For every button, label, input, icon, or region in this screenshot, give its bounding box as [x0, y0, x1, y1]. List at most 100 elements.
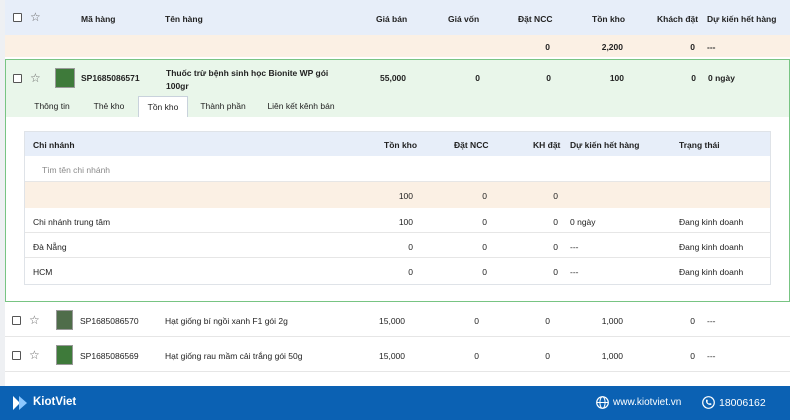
- branch-search[interactable]: Tìm tên chi nhánh: [25, 156, 770, 182]
- branch-trang-thai: Đang kinh doanh: [679, 267, 744, 277]
- globe-icon: [596, 396, 609, 409]
- branch-table-header: Chi nhánh Tồn kho Đặt NCC KH đặt Dự kiến…: [25, 132, 770, 156]
- table-row[interactable]: ☆ SP1685086569 Hạt giống rau mầm cải trắ…: [5, 338, 790, 372]
- product-dat-ncc: 0: [546, 73, 551, 83]
- product-gia-ban: 15,000: [379, 351, 405, 361]
- branch-dat-ncc: 0: [482, 242, 487, 252]
- col-trang-thai: Trạng thái: [679, 140, 720, 150]
- branch-ton-kho: 0: [408, 242, 413, 252]
- footer-bar: KiotViet www.kiotviet.vn 18006162: [0, 386, 790, 420]
- branch-name: Chi nhánh trung tâm: [33, 217, 111, 227]
- col-du-kien: Dự kiến hết hàng: [570, 140, 640, 150]
- branch-trang-thai: Đang kinh doanh: [679, 242, 744, 252]
- branch-kh-dat: 0: [553, 242, 558, 252]
- branch-du-kien: ---: [570, 242, 579, 252]
- detail-tabs: Thông tin Thẻ kho Tồn kho Thành phần Liê…: [6, 96, 789, 117]
- summary-row: 0 2,200 0 ---: [5, 35, 790, 57]
- expanded-product-row[interactable]: ☆ SP1685086571 Thuốc trừ bệnh sinh học B…: [6, 60, 789, 117]
- product-ton-kho: 1,000: [601, 316, 623, 326]
- phone-icon: [702, 396, 715, 409]
- branch-row: Chi nhánh trung tâm 100 0 0 0 ngày Đang …: [25, 208, 770, 233]
- kiotviet-logo-icon: [11, 395, 29, 411]
- star-icon[interactable]: ☆: [30, 11, 41, 23]
- col-ton-kho[interactable]: Tồn kho: [592, 14, 625, 24]
- branch-dat-ncc: 0: [482, 217, 487, 227]
- col-chi-nhanh: Chi nhánh: [33, 140, 75, 150]
- product-gia-von: 0: [474, 351, 479, 361]
- product-khach-dat: 0: [691, 73, 696, 83]
- product-image: [56, 310, 73, 330]
- col-ton-kho: Tồn kho: [384, 140, 418, 150]
- product-image: [56, 345, 73, 365]
- brand-name: KiotViet: [33, 396, 77, 408]
- website-link[interactable]: www.kiotviet.vn: [613, 397, 681, 408]
- product-du-kien: ---: [707, 351, 716, 361]
- branch-kh-dat: 0: [553, 267, 558, 277]
- product-khach-dat: 0: [690, 316, 695, 326]
- col-khach-dat[interactable]: Khách đặt: [657, 14, 698, 24]
- expanded-product: ☆ SP1685086571 Thuốc trừ bệnh sinh học B…: [5, 59, 790, 302]
- branch-kh-dat: 0: [553, 217, 558, 227]
- col-ma-hang[interactable]: Mã hàng: [81, 14, 115, 24]
- row-checkbox[interactable]: [13, 74, 22, 83]
- sum-dat-ncc: 0: [545, 42, 550, 52]
- product-khach-dat: 0: [690, 351, 695, 361]
- col-kh-dat: KH đặt: [533, 140, 561, 150]
- sum-ton-kho: 2,200: [601, 42, 623, 52]
- branch-du-kien: ---: [570, 267, 579, 277]
- product-dat-ncc: 0: [545, 316, 550, 326]
- star-icon[interactable]: ☆: [29, 314, 40, 326]
- branch-row: Đà Nẵng 0 0 0 --- Đang kinh doanh: [25, 233, 770, 258]
- col-dat-ncc[interactable]: Đặt NCC: [518, 14, 552, 24]
- tab-thanh-phan[interactable]: Thành phần: [195, 96, 251, 117]
- hotline-number[interactable]: 18006162: [719, 397, 766, 409]
- branch-row: HCM 0 0 0 --- Đang kinh doanh: [25, 258, 770, 283]
- product-ton-kho: 100: [609, 73, 624, 83]
- product-gia-ban: 15,000: [379, 316, 405, 326]
- product-gia-von: 0: [474, 316, 479, 326]
- col-gia-von[interactable]: Giá vốn: [448, 14, 479, 24]
- branch-name: HCM: [33, 267, 53, 277]
- product-name: Hạt giống bí ngồi xanh F1 gói 2g: [165, 316, 288, 326]
- table-header: ☆ Mã hàng Tên hàng Giá bán Giá vốn Đặt N…: [5, 0, 790, 35]
- tab-lien-ket-kenh-ban[interactable]: Liên kết kênh bán: [263, 96, 339, 117]
- branch-ton-kho: 0: [408, 267, 413, 277]
- table-row[interactable]: ☆ SP1685086570 Hạt giống bí ngồi xanh F1…: [5, 303, 790, 337]
- sum-khach-dat: 0: [690, 42, 695, 52]
- product-code: SP1685086570: [80, 316, 139, 326]
- product-dat-ncc: 0: [545, 351, 550, 361]
- branch-trang-thai: Đang kinh doanh: [679, 217, 744, 227]
- product-ton-kho: 1,000: [601, 351, 623, 361]
- row-checkbox[interactable]: [12, 316, 21, 325]
- product-code: SP1685086569: [80, 351, 139, 361]
- branch-name: Đà Nẵng: [33, 242, 67, 252]
- branch-summary-row: 100 0 0: [25, 182, 770, 208]
- tab-ton-kho[interactable]: Tồn kho: [138, 96, 188, 117]
- branch-dat-ncc: 0: [482, 267, 487, 277]
- branch-sum-dat-ncc: 0: [482, 191, 487, 201]
- col-ten-hang[interactable]: Tên hàng: [165, 14, 203, 24]
- tab-thong-tin[interactable]: Thông tin: [27, 96, 77, 117]
- col-gia-ban[interactable]: Giá bán: [376, 14, 407, 24]
- product-code: SP1685086571: [81, 73, 140, 83]
- branch-search-input[interactable]: Tìm tên chi nhánh: [42, 165, 110, 175]
- tab-the-kho[interactable]: Thẻ kho: [84, 96, 134, 117]
- star-icon[interactable]: ☆: [29, 349, 40, 361]
- select-all-checkbox[interactable]: [13, 13, 22, 22]
- branch-sum-kh-dat: 0: [553, 191, 558, 201]
- row-checkbox[interactable]: [12, 351, 21, 360]
- product-name: Hạt giống rau mầm cải trắng gói 50g: [165, 351, 303, 361]
- product-du-kien: ---: [707, 316, 716, 326]
- product-name-line1: Thuốc trừ bệnh sinh học Bionite WP gói: [166, 68, 329, 78]
- branch-stock-table: Chi nhánh Tồn kho Đặt NCC KH đặt Dự kiến…: [24, 131, 771, 285]
- product-image: [55, 68, 75, 88]
- page: ☆ Mã hàng Tên hàng Giá bán Giá vốn Đặt N…: [0, 0, 790, 420]
- product-gia-ban: 55,000: [380, 73, 406, 83]
- branch-sum-ton-kho: 100: [398, 191, 413, 201]
- products-table: ☆ Mã hàng Tên hàng Giá bán Giá vốn Đặt N…: [5, 0, 790, 386]
- branch-du-kien: 0 ngày: [570, 217, 596, 227]
- col-du-kien[interactable]: Dự kiến hết hàng: [707, 14, 776, 24]
- branch-ton-kho: 100: [398, 217, 413, 227]
- star-icon[interactable]: ☆: [30, 72, 41, 84]
- col-dat-ncc: Đặt NCC: [454, 140, 489, 150]
